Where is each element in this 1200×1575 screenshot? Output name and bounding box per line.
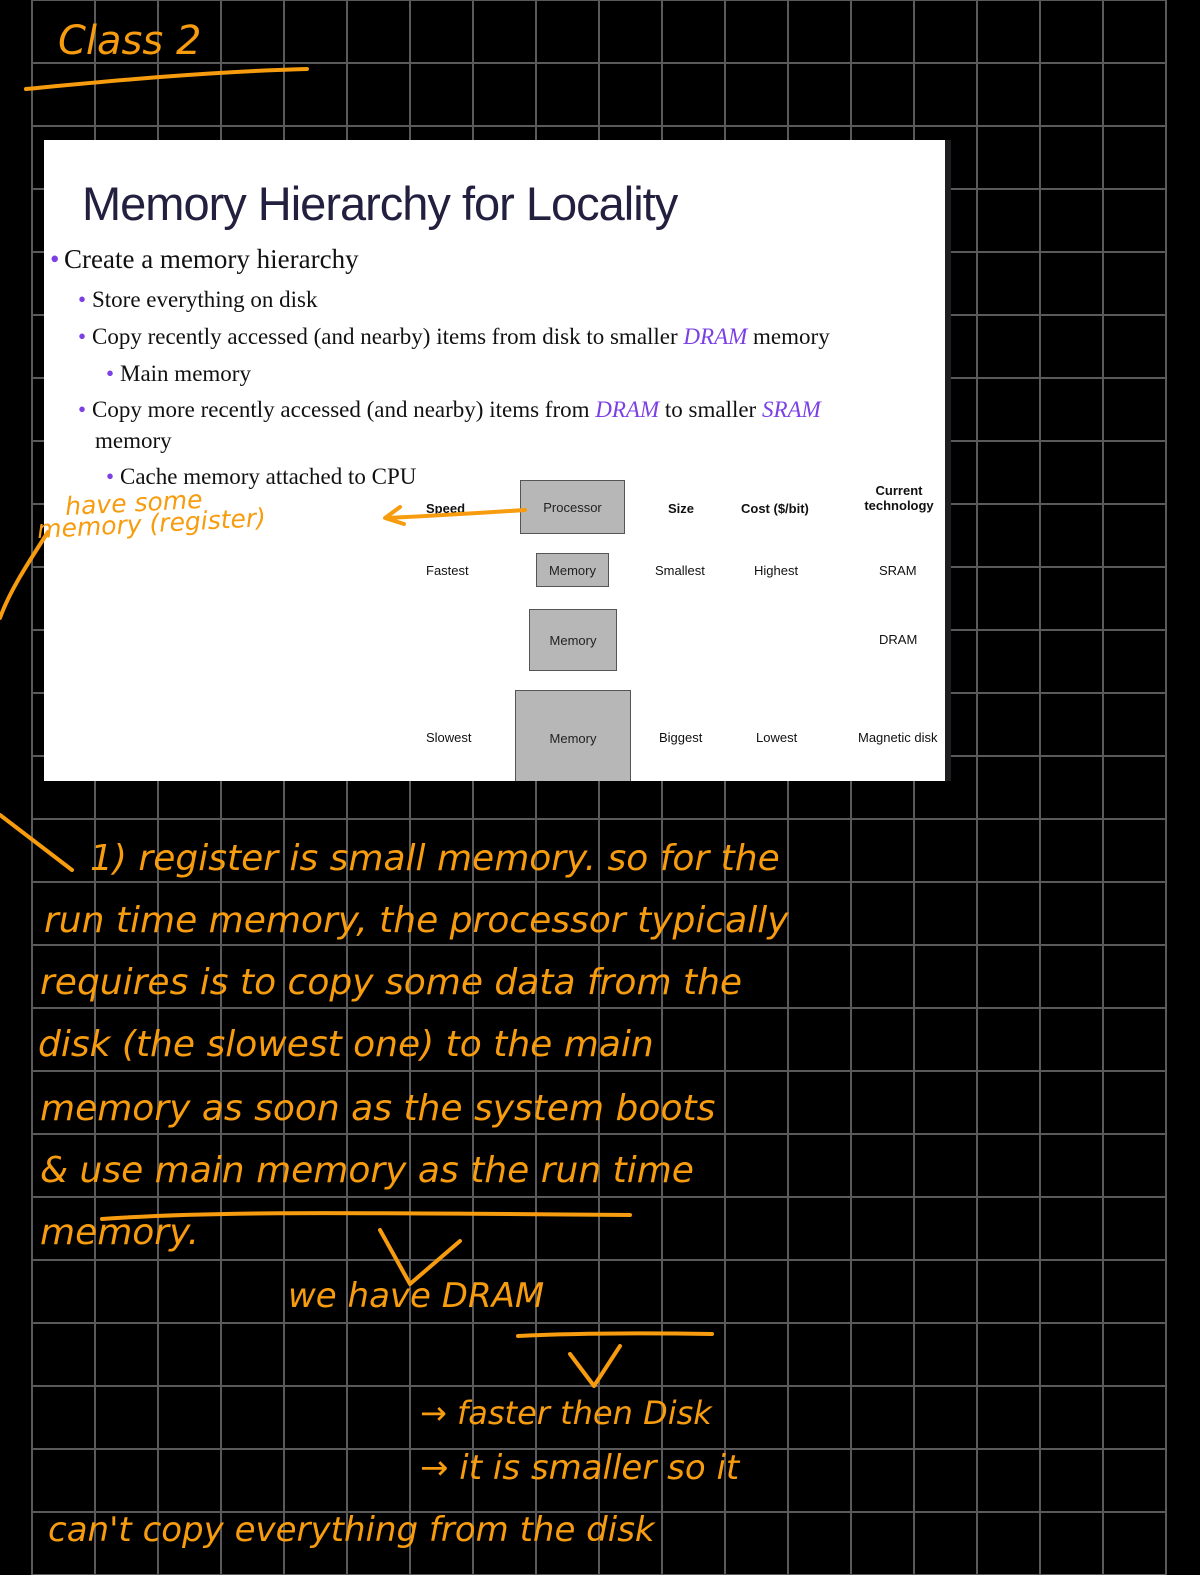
bullet-copy-dram: • Copy recently accessed (and nearby) ite… [78,324,830,349]
we-have-dram: we have DRAM [288,1276,545,1316]
header-speed: Speed [426,501,466,516]
bullet-dot-icon: • [106,361,115,386]
memory-box-l3: Memory [515,690,631,781]
tech-dram: DRAM [879,632,918,647]
pasted-slide: Memory Hierarchy for Locality • Create a … [44,140,945,781]
cost-lowest: Lowest [756,730,798,745]
bullet-dot-icon: • [78,324,87,349]
note-line-2: run time memory, the processor typically [44,900,789,941]
grid-edge [1165,0,1167,1575]
processor-box: Processor [520,480,625,534]
point-smaller: → it is smaller so it [420,1448,740,1488]
note-line-7: memory. [40,1212,200,1253]
bullet-store-disk: • Store everything on disk [78,287,318,312]
tech-sram: SRAM [879,563,917,578]
bullet-main-memory: • Main memory [106,361,251,386]
note-line-3: requires is to copy some data from the [40,962,743,1003]
bullet-dot-icon: • [78,397,87,422]
bullet-create-hierarchy: • Create a memory hierarchy [50,244,359,274]
memory-box-l2: Memory [529,609,617,671]
bullet-dot-icon: • [106,464,115,489]
speed-fastest: Fastest [426,563,469,578]
note-line-1: 1) register is small memory. so for the [90,838,780,879]
dram-highlight: DRAM [595,397,660,422]
notes-header: Class 2 [58,18,202,64]
memory-box-l1: Memory [536,553,609,587]
note-line-4: disk (the slowest one) to the main [38,1024,654,1065]
note-line-6: & use main memory as the run time [40,1150,694,1191]
bullet-copy-sram-cont: memory [95,428,172,453]
header-technology: Current technology [864,483,934,513]
bullet-dot-icon: • [50,244,60,274]
point-faster: → faster then Disk [420,1394,712,1432]
size-biggest: Biggest [659,730,703,745]
cost-highest: Highest [754,563,799,578]
speed-slowest: Slowest [426,730,472,745]
size-smallest: Smallest [655,563,705,578]
header-size: Size [668,501,695,516]
slide-title: Memory Hierarchy for Locality [82,177,678,230]
note-line-5: memory as soon as the system boots [40,1088,716,1129]
sram-highlight: SRAM [761,397,821,422]
dram-highlight: DRAM [683,324,748,349]
bullet-cache-memory: • Cache memory attached to CPU [106,464,417,489]
header-cost: Cost ($/bit) [741,501,809,516]
bullet-dot-icon: • [78,287,87,312]
point-cant-copy: can't copy everything from the disk [48,1510,655,1550]
tech-magnetic-disk: Magnetic disk [858,730,938,745]
bullet-copy-sram: • Copy more recently accessed (and nearby… [78,397,821,422]
